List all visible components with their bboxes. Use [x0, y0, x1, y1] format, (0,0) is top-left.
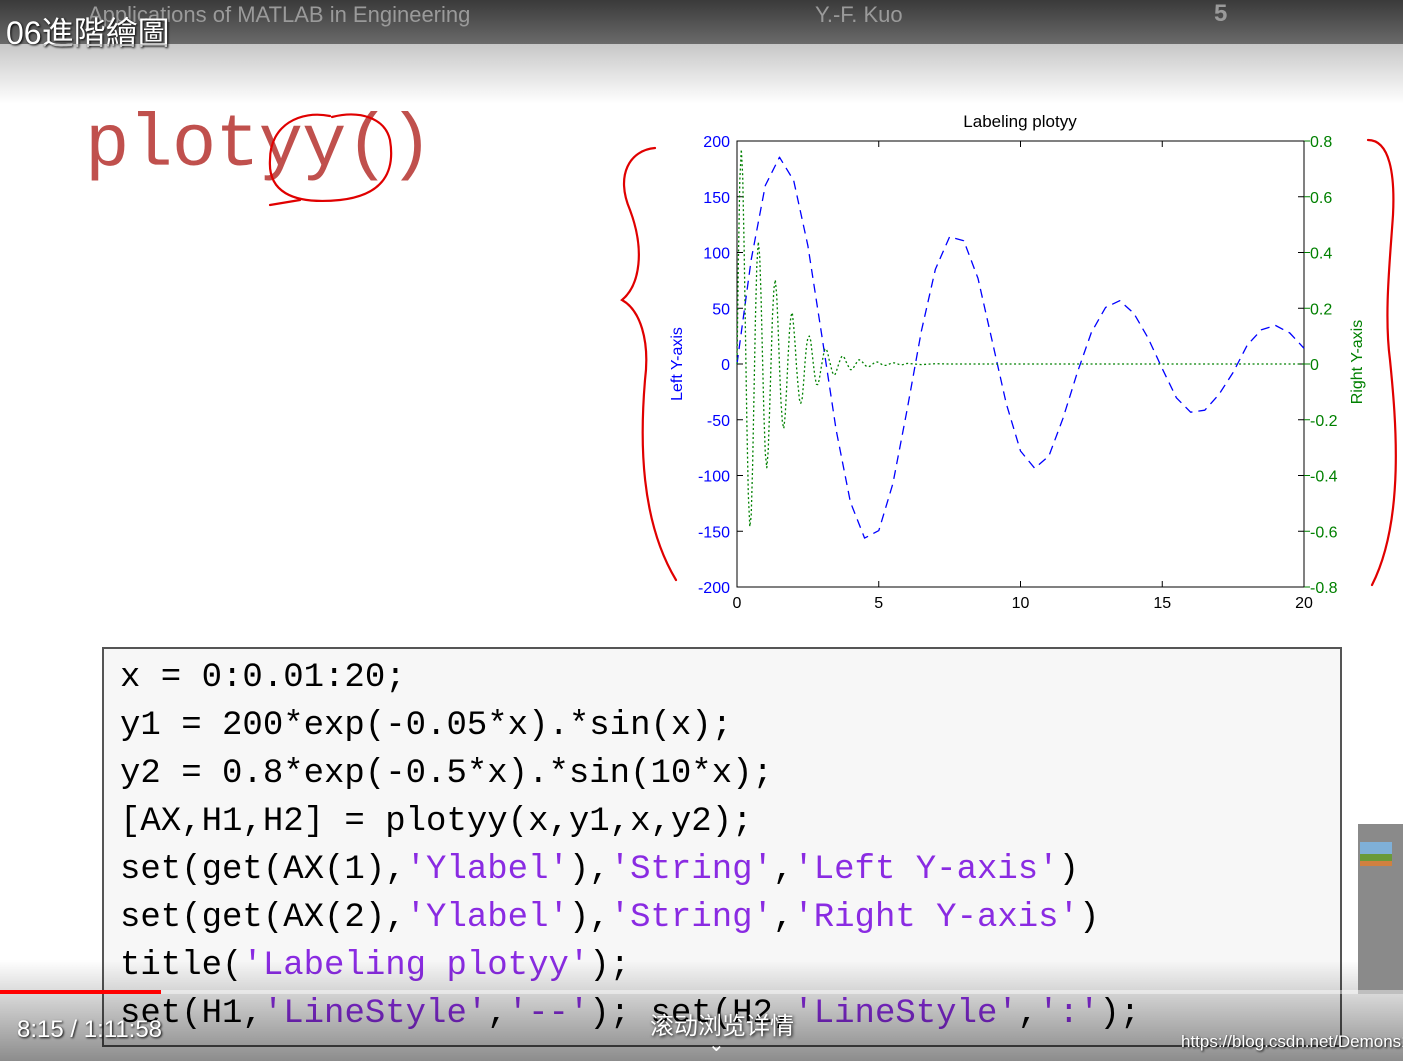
left-tick-label: 0 — [721, 357, 730, 374]
code-string: '--' — [507, 995, 590, 1033]
right-tick-label: 0.8 — [1310, 134, 1332, 151]
code-string: 'LineStyle' — [793, 995, 1018, 1033]
annotation-circle — [268, 113, 393, 202]
right-tick-label: -0.2 — [1310, 413, 1338, 430]
x-tick-label: 5 — [874, 595, 883, 612]
code-token: ); — [589, 947, 631, 985]
chart-title: Labeling plotyy — [963, 112, 1077, 131]
watermark: https://blog.csdn.net/Demons1 — [1181, 1032, 1403, 1051]
progress-fill — [0, 990, 162, 994]
code-token: ), — [568, 899, 610, 937]
code-line: set(get(AX(2),'Ylabel'),'String','Right … — [120, 899, 1099, 937]
progress-bar[interactable] — [0, 990, 1403, 994]
time-display: 8:15 / 1:11:58 — [17, 1016, 162, 1044]
code-token: , — [487, 995, 508, 1033]
left-tick-label: -100 — [698, 469, 730, 486]
right-y-axis-label: Right Y-axis — [1349, 320, 1366, 405]
left-tick-label: -200 — [698, 580, 730, 597]
right-tick-label: -0.4 — [1310, 469, 1338, 486]
annotation-circle-tail — [268, 198, 302, 207]
code-string: 'String' — [609, 851, 773, 889]
code-line: y2 = 0.8*exp(-0.5*x).*sin(10*x); — [120, 755, 773, 793]
code-string: 'Labeling plotyy' — [242, 947, 590, 985]
left-tick-label: 200 — [703, 134, 730, 151]
code-string: 'Ylabel' — [405, 851, 569, 889]
code-token: , — [772, 899, 794, 937]
code-token: ) — [1058, 851, 1079, 889]
code-token: set(get(AX(2), — [120, 899, 406, 937]
code-string: 'String' — [609, 899, 773, 937]
plotyy-chart: 200150100500-50-100-150-200 0.80.60.40.2… — [669, 112, 1366, 612]
code-token: ) — [1079, 899, 1100, 937]
chevron-down-icon[interactable]: ⌄ — [708, 1032, 725, 1057]
code-line: y1 = 200*exp(-0.05*x).*sin(x); — [120, 707, 732, 745]
side-thumbnail[interactable] — [1358, 824, 1403, 994]
left-tick-label: 150 — [703, 190, 730, 207]
right-tick-label: 0.6 — [1310, 190, 1332, 207]
code-string: ':' — [1038, 995, 1100, 1033]
right-tick-label: 0.2 — [1310, 301, 1332, 318]
code-token: [AX,H1,H2] = plotyy(x,y1,x,y2); — [120, 803, 753, 841]
code-token: x = 0:0.01:20; — [120, 659, 406, 697]
code-string: 'LineStyle' — [262, 995, 488, 1033]
duration: 1:11:58 — [83, 1016, 163, 1043]
x-tick-label: 15 — [1153, 595, 1171, 612]
time-separator: / — [63, 1016, 84, 1043]
code-string: 'Right Y-axis' — [793, 899, 1079, 937]
code-token: ), — [568, 851, 610, 889]
code-line: title('Labeling plotyy'); — [120, 947, 630, 985]
code-token: set(get(AX(1), — [120, 851, 406, 889]
right-y-ticks: 0.8 0.6 0.4 0.2 0 -0.2 -0.4 -0.6 -0.8 — [1304, 134, 1338, 597]
left-tick-label: 100 — [703, 246, 730, 263]
code-snippet-box: x = 0:0.01:20; y1 = 200*exp(-0.05*x).*sin… — [102, 647, 1342, 1047]
thumbnail-image — [1360, 842, 1392, 866]
code-token: , — [772, 851, 794, 889]
left-tick-label: 50 — [712, 301, 730, 318]
current-time: 8:15 — [17, 1016, 64, 1043]
code-token: y1 = 200*exp(-0.05*x).*sin(x); — [120, 707, 733, 745]
code-string: 'Left Y-axis' — [793, 851, 1059, 889]
x-tick-label: 0 — [733, 595, 742, 612]
code-token: ); — [1099, 995, 1141, 1033]
left-y-axis-label: Left Y-axis — [669, 327, 686, 401]
code-token: y2 = 0.8*exp(-0.5*x).*sin(10*x); — [120, 755, 773, 793]
code-line: x = 0:0.01:20; — [120, 659, 406, 697]
right-tick-label: 0.4 — [1310, 246, 1332, 263]
x-tick-label: 10 — [1012, 595, 1030, 612]
right-tick-label: 0 — [1310, 357, 1319, 374]
code-token: title( — [120, 947, 243, 985]
left-tick-label: -50 — [707, 413, 730, 430]
left-tick-label: -150 — [698, 524, 730, 541]
right-tick-label: -0.8 — [1310, 580, 1338, 597]
code-line: set(H1,'LineStyle','--'); set(H2,'LineSt… — [120, 995, 1140, 1033]
code-line: [AX,H1,H2] = plotyy(x,y1,x,y2); — [120, 803, 753, 841]
code-line: set(get(AX(1),'Ylabel'),'String','Left Y… — [120, 851, 1079, 889]
code-string: 'Ylabel' — [405, 899, 569, 937]
right-tick-label: -0.6 — [1310, 524, 1338, 541]
code-token: , — [1017, 995, 1039, 1033]
x-tick-label: 20 — [1295, 595, 1313, 612]
